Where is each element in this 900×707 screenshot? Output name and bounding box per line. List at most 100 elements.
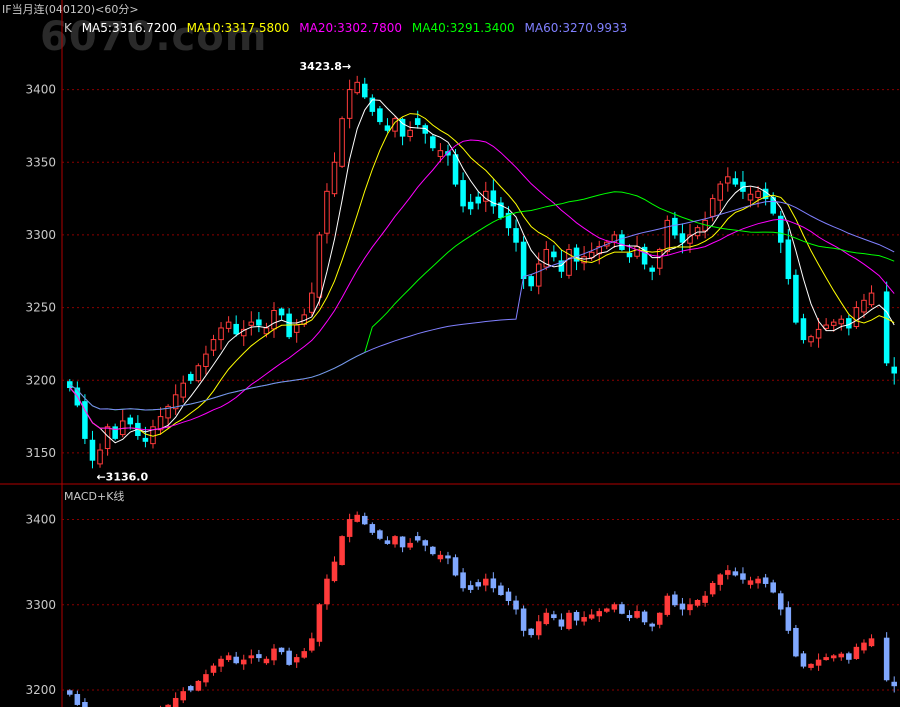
- sub-candle-body: [82, 702, 88, 707]
- candle-body: [316, 234, 323, 298]
- sub-candle-body: [551, 614, 557, 619]
- ma20-line: [69, 139, 895, 431]
- sub-candle-body: [422, 540, 429, 546]
- sub-candle-body: [316, 604, 323, 642]
- candle-body: [535, 263, 542, 287]
- candle-body: [513, 228, 519, 243]
- candle-body: [793, 274, 799, 323]
- candle-body: [309, 292, 315, 313]
- candle-body: [838, 318, 845, 325]
- sub-candle-body: [399, 536, 406, 548]
- candle-body: [520, 241, 527, 280]
- sub-candle-body: [732, 571, 739, 576]
- sub-candle-body: [331, 561, 338, 582]
- candle-body: [210, 339, 217, 351]
- candle-body: [119, 420, 126, 436]
- candle-body: [256, 319, 262, 326]
- sub-candle-body: [679, 603, 686, 610]
- candle-body: [354, 81, 360, 94]
- candle-body: [233, 323, 239, 335]
- sub-candle-body: [868, 638, 875, 647]
- candle-body: [725, 176, 731, 184]
- candle-body: [430, 136, 436, 149]
- candle-body: [634, 246, 640, 257]
- sub-candle-body: [808, 663, 814, 668]
- candle-body: [180, 382, 187, 398]
- candle-body: [384, 125, 391, 131]
- sub-candle-body: [263, 658, 270, 664]
- sub-candle-body: [588, 614, 595, 619]
- candle-body: [377, 108, 383, 123]
- candle-body: [626, 252, 633, 258]
- candle-body: [853, 307, 860, 328]
- sub-candle-body: [286, 650, 292, 665]
- candle-body: [324, 190, 330, 234]
- candle-body: [339, 118, 345, 167]
- sub-candle-body: [793, 627, 799, 657]
- sub-candle-body: [634, 611, 640, 618]
- sub-candle-body: [490, 578, 497, 589]
- candle-body: [747, 193, 754, 201]
- candlestick-chart[interactable]: 3150 3200 3250 3300 3350 3400 3200 3300 3400 3423…: [0, 0, 900, 707]
- sub-candle-body: [725, 570, 731, 575]
- y-tick-label: 3400: [25, 83, 56, 97]
- candle-body: [528, 276, 534, 287]
- sub-candle-body: [558, 619, 565, 627]
- y-tick-label: 3200: [25, 683, 56, 697]
- candle-body: [664, 219, 671, 252]
- sub-candle-body: [180, 691, 187, 701]
- candle-body: [142, 437, 149, 442]
- candle-body: [475, 196, 481, 204]
- sub-candle-body: [278, 647, 285, 653]
- sub-candle-body: [672, 594, 678, 606]
- y-tick-label: 3350: [25, 155, 56, 169]
- sub-candle-body: [853, 646, 860, 659]
- candle-body: [346, 89, 353, 119]
- sub-candle-body: [407, 542, 413, 548]
- candle-body: [732, 178, 739, 185]
- candle-body: [263, 327, 270, 335]
- candle-body: [437, 150, 444, 157]
- candle-body: [755, 190, 761, 199]
- candle-body: [278, 308, 285, 316]
- sub-candle-body: [838, 653, 845, 658]
- candle-body: [709, 198, 716, 217]
- candle-body: [830, 321, 837, 326]
- sub-candle-body: [717, 574, 724, 585]
- sub-candle-body: [460, 572, 466, 589]
- sub-candle-body: [573, 611, 580, 621]
- sub-candle-body: [543, 612, 550, 625]
- sub-candle-body: [414, 536, 421, 541]
- candle-body: [717, 183, 724, 201]
- sub-candle-body: [203, 674, 209, 683]
- sub-candle-body: [800, 653, 807, 667]
- sub-candle-body: [596, 611, 603, 617]
- sub-candle-body: [830, 655, 837, 659]
- sub-candle-body: [626, 615, 633, 619]
- sub-candle-body: [293, 657, 300, 663]
- sub-candle-body: [649, 623, 655, 627]
- sub-candle-body: [528, 628, 534, 636]
- sub-candle-body: [483, 578, 489, 586]
- candle-body: [203, 353, 209, 367]
- candle-body: [188, 373, 194, 381]
- candle-body: [225, 321, 232, 329]
- candle-body: [460, 180, 466, 207]
- sub-candle-body: [619, 604, 625, 614]
- sub-candle-body: [271, 648, 277, 661]
- sub-candle-body: [535, 621, 542, 636]
- y-tick-label: 3150: [25, 446, 56, 460]
- sub-candle-body: [74, 694, 81, 705]
- sub-candle-body: [656, 612, 663, 625]
- sub-candle-body: [513, 600, 519, 610]
- candle-body: [89, 439, 96, 461]
- sub-candle-body: [188, 686, 194, 691]
- sub-candle-body: [709, 582, 716, 595]
- sub-candle-body: [740, 573, 746, 580]
- sub-candle-body: [891, 681, 897, 687]
- sub-candle-body: [195, 680, 202, 691]
- candle-body: [195, 365, 202, 382]
- sub-candle-body: [309, 638, 315, 651]
- sub-candle-body: [581, 617, 587, 622]
- sub-candle-body: [218, 658, 224, 667]
